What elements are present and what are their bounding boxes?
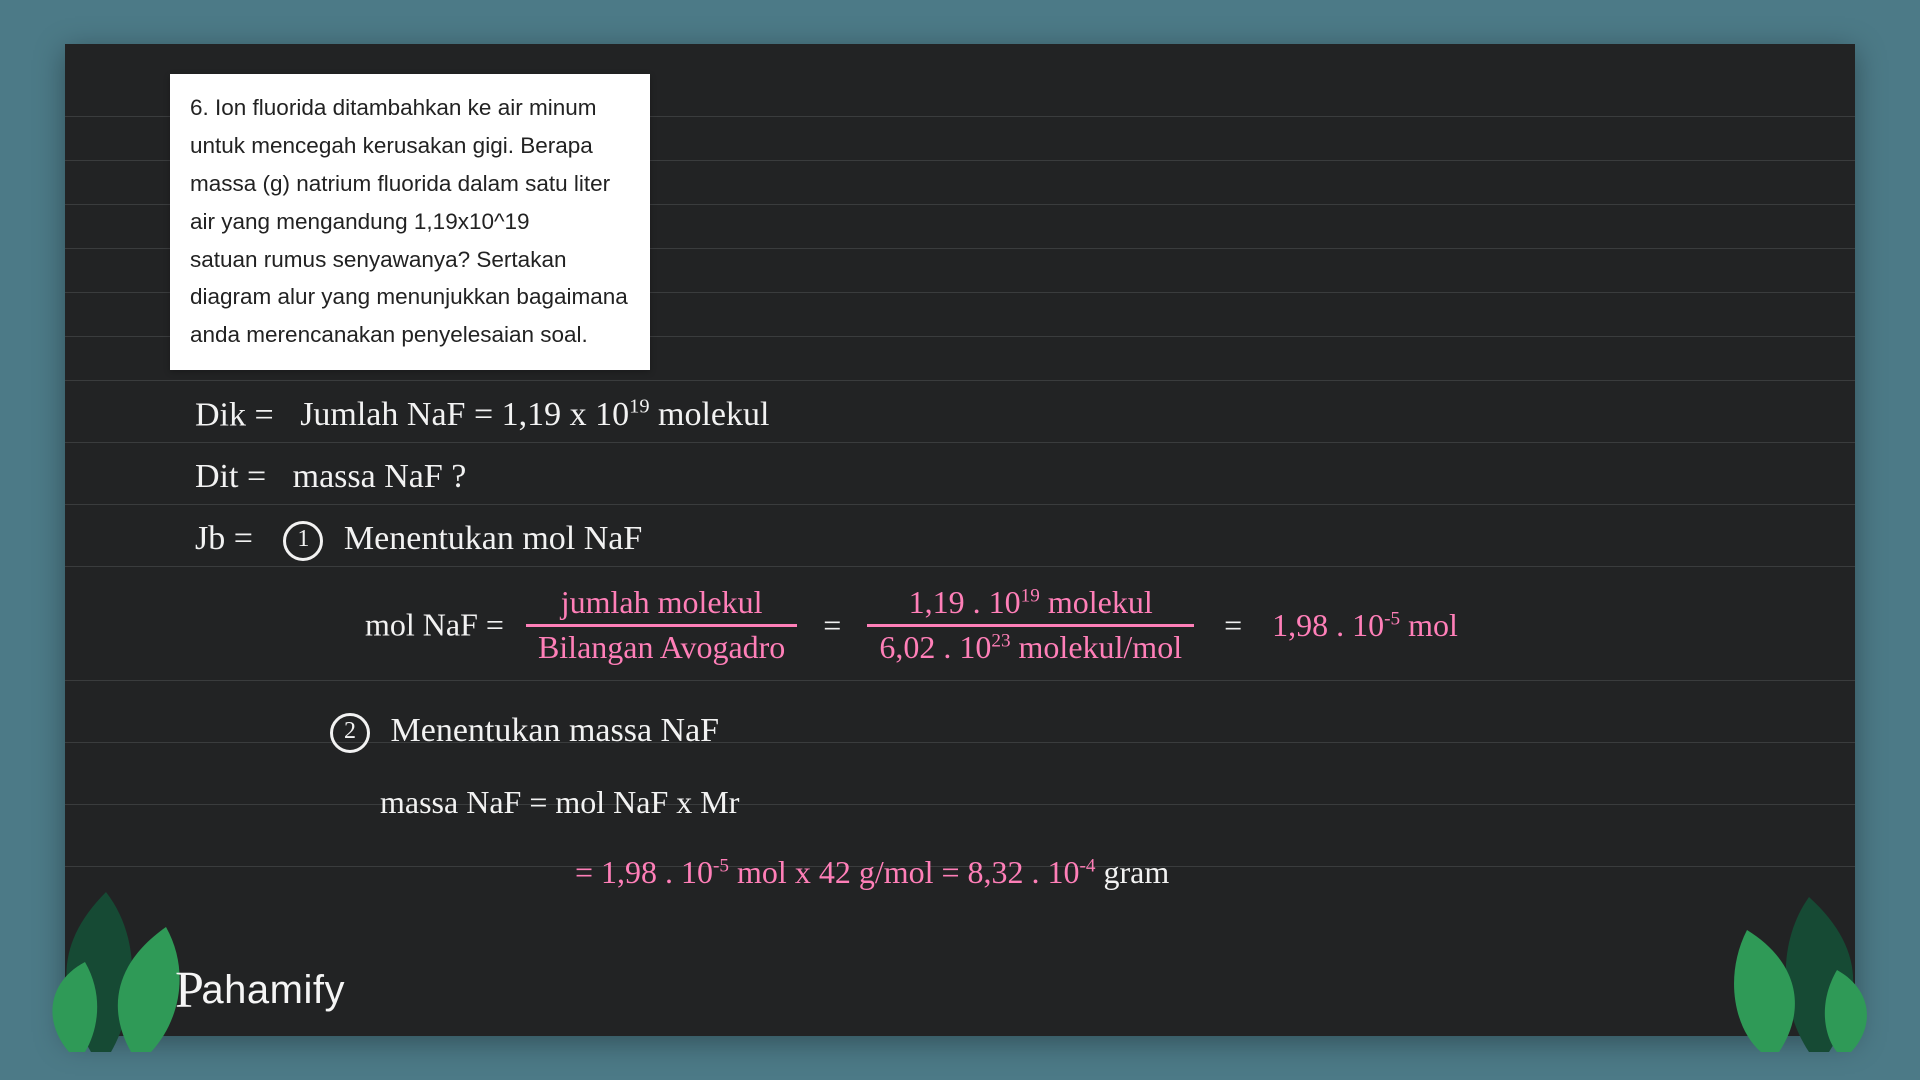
question-line: anda merencanakan penyelesaian soal. bbox=[190, 318, 630, 353]
mol-result: 1,98 . 10-5 mol bbox=[1272, 607, 1458, 643]
brand-logo: Pahamify bbox=[175, 957, 345, 1016]
question-line: massa (g) natrium fluorida dalam satu li… bbox=[190, 167, 630, 202]
mass-calc: = 1,98 . 10-5 mol x 42 g/mol = 8,32 . 10… bbox=[575, 854, 1104, 890]
question-line: satuan rumus senyawanya? Sertakan bbox=[190, 243, 630, 278]
frac-num: jumlah molekul bbox=[526, 584, 797, 627]
mass-unit: gram bbox=[1104, 854, 1170, 890]
dik-text: Jumlah NaF = 1,19 x 1019 molekul bbox=[300, 396, 769, 433]
leaf-decoration-right bbox=[1659, 832, 1869, 1052]
dit-text: massa NaF ? bbox=[293, 458, 467, 495]
val: 1,19 . 10 bbox=[909, 584, 1021, 620]
question-line: 6. Ion fluorida ditambahkan ke air minum bbox=[190, 91, 630, 126]
exp: 23 bbox=[991, 630, 1010, 651]
brand-rest: ahamify bbox=[201, 968, 345, 1012]
question-line: air yang mengandung 1,19x10^19 bbox=[190, 205, 630, 240]
unit: molekul/mol bbox=[1011, 629, 1183, 665]
exp: -5 bbox=[713, 855, 729, 876]
step1-title: Menentukan mol NaF bbox=[344, 520, 642, 557]
exp: -4 bbox=[1080, 855, 1096, 876]
mass-formula-line1: massa NaF = mol NaF x Mr bbox=[380, 784, 739, 821]
question-line: untuk mencegah kerusakan gigi. Berapa bbox=[190, 129, 630, 164]
step2-number: 2 bbox=[330, 713, 370, 753]
exp: -5 bbox=[1384, 608, 1400, 629]
dik-line: Dik = Jumlah NaF = 1,19 x 1019 molekul bbox=[195, 396, 769, 434]
frac-den: 6,02 . 1023 molekul/mol bbox=[867, 627, 1194, 667]
dit-line: Dit = massa NaF ? bbox=[195, 458, 466, 496]
val: 1,98 . 10 bbox=[1272, 607, 1384, 643]
equals: = bbox=[823, 607, 841, 643]
frac-den: Bilangan Avogadro bbox=[526, 627, 797, 667]
step2-line: 2 Menentukan massa NaF bbox=[330, 712, 719, 753]
db-label: Jb = bbox=[195, 520, 253, 557]
exp: 19 bbox=[1021, 585, 1040, 606]
equals: = bbox=[1224, 607, 1242, 643]
blackboard: 6. Ion fluorida ditambahkan ke air minum… bbox=[65, 44, 1855, 1036]
dik-label: Dik = bbox=[195, 396, 274, 433]
question-line: diagram alur yang menunjukkan bagaimana bbox=[190, 280, 630, 315]
mass-lhs: massa NaF = mol NaF x Mr bbox=[380, 784, 739, 820]
unit: molekul bbox=[1040, 584, 1153, 620]
dit-label: Dit = bbox=[195, 458, 266, 495]
dik-exp: 19 bbox=[629, 396, 649, 418]
question-card: 6. Ion fluorida ditambahkan ke air minum… bbox=[170, 74, 650, 370]
leaf-decoration-left bbox=[51, 822, 251, 1052]
mol-lhs: mol NaF = bbox=[365, 607, 504, 643]
fraction-values: 1,19 . 1019 molekul 6,02 . 1023 molekul/… bbox=[867, 584, 1194, 666]
mass-formula-line2: = 1,98 . 10-5 mol x 42 g/mol = 8,32 . 10… bbox=[575, 854, 1169, 891]
jb-line: Jb = 1 Menentukan mol NaF bbox=[195, 520, 642, 561]
mol-formula: mol NaF = jumlah molekul Bilangan Avogad… bbox=[365, 584, 1458, 666]
part: mol x 42 g/mol = 8,32 . 10 bbox=[729, 854, 1080, 890]
brand-initial: P bbox=[175, 961, 204, 1020]
part: = 1,98 . 10 bbox=[575, 854, 713, 890]
val: 6,02 . 10 bbox=[879, 629, 991, 665]
step2-title: Menentukan massa NaF bbox=[391, 712, 720, 749]
dik-text-main: Jumlah NaF = 1,19 x 10 bbox=[300, 396, 629, 433]
step1-number: 1 bbox=[283, 521, 323, 561]
fraction-formula: jumlah molekul Bilangan Avogadro bbox=[526, 584, 797, 666]
unit: mol bbox=[1400, 607, 1458, 643]
frac-num: 1,19 . 1019 molekul bbox=[867, 584, 1194, 627]
dik-tail: molekul bbox=[650, 396, 770, 433]
